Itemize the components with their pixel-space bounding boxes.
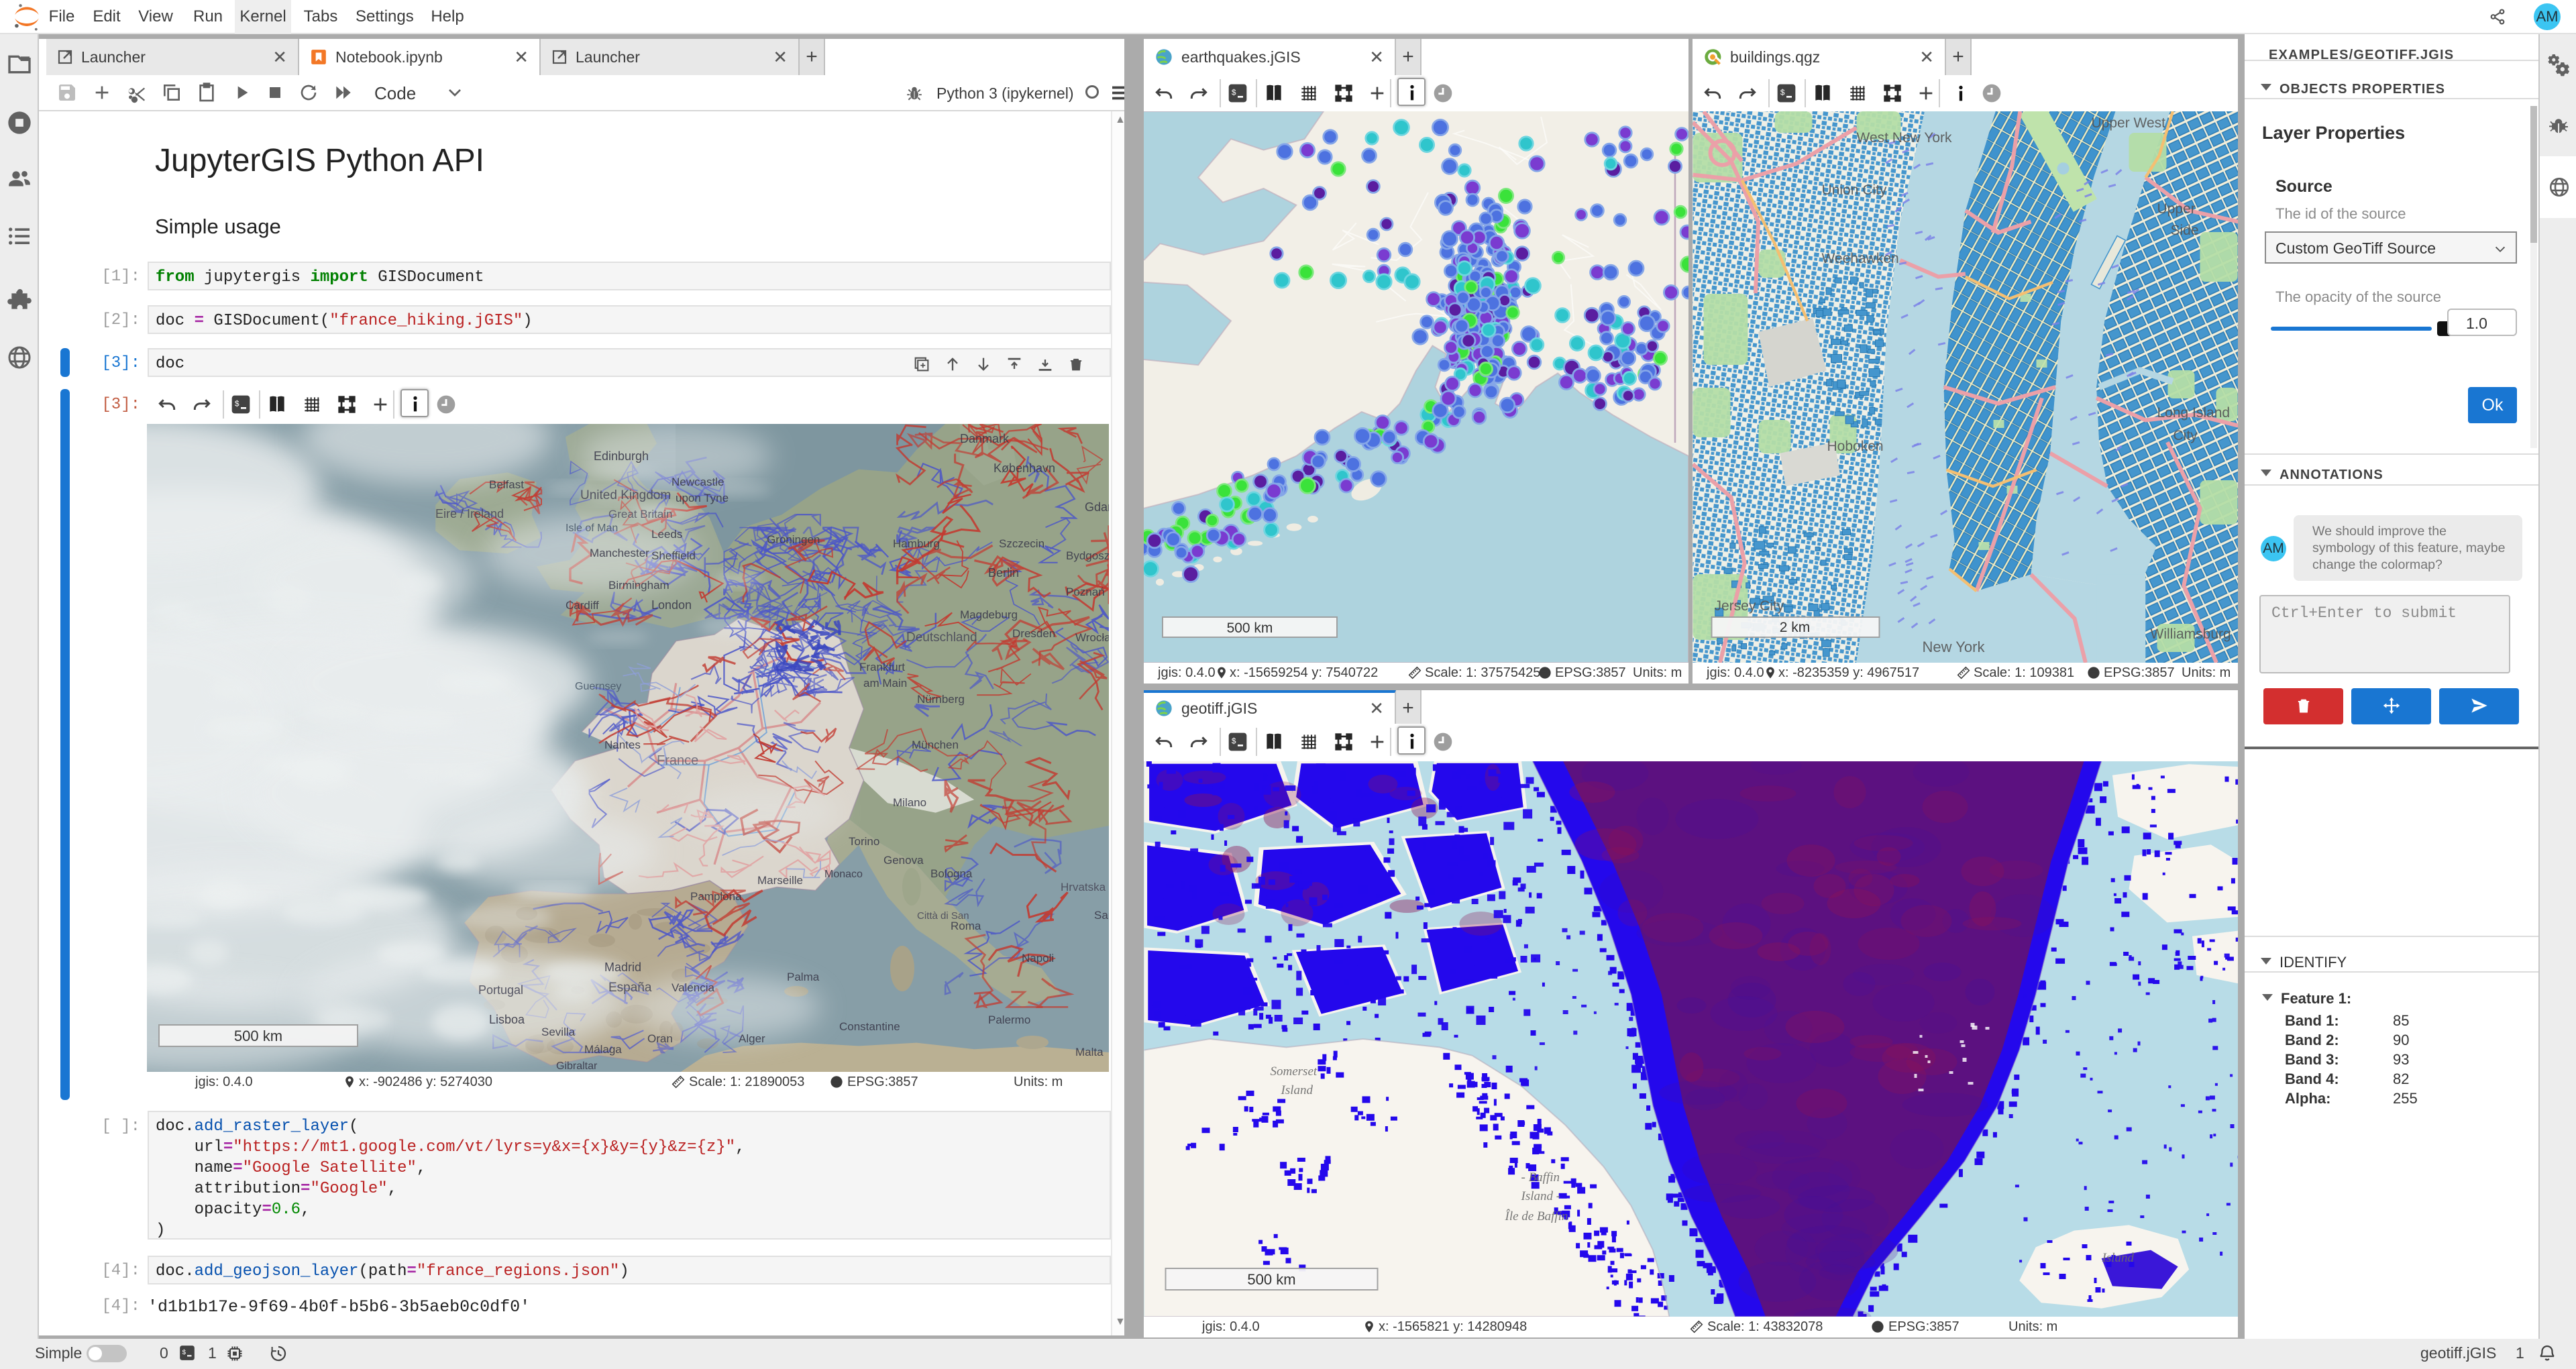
svg-text:Berlin: Berlin — [988, 566, 1019, 580]
svg-text:Gibraltar: Gibraltar — [556, 1060, 598, 1072]
svg-text:United Kingdom: United Kingdom — [580, 488, 671, 502]
svg-text:Island: Island — [2102, 1251, 2135, 1265]
svg-text:Isle of Man: Isle of Man — [566, 523, 618, 534]
svg-text:München: München — [912, 738, 959, 751]
svg-text:upon Tyne: upon Tyne — [676, 492, 729, 504]
svg-text:København: København — [994, 461, 1055, 475]
svg-text:Union City: Union City — [1822, 182, 1887, 198]
svg-text:Madrid: Madrid — [604, 961, 641, 974]
svg-text:Danmark: Danmark — [960, 432, 1010, 445]
svg-text:Marseille: Marseille — [757, 874, 803, 887]
svg-text:$: $ — [1232, 89, 1236, 98]
svg-text:Jersey City: Jersey City — [1715, 598, 1784, 614]
svg-text:Genova: Genova — [883, 854, 924, 867]
svg-text:Hoboken: Hoboken — [1827, 439, 1884, 454]
svg-text:Constantine: Constantine — [839, 1020, 900, 1033]
svg-text:$: $ — [1232, 737, 1236, 747]
svg-text:Belfast: Belfast — [489, 478, 524, 491]
svg-text:Gdańsk: Gdańsk — [1085, 500, 1109, 514]
svg-text:Lisboa: Lisboa — [489, 1013, 525, 1026]
svg-text:Dresden: Dresden — [1012, 627, 1055, 640]
svg-text:Oran: Oran — [647, 1032, 673, 1045]
svg-text:West New York: West New York — [1857, 130, 1953, 146]
svg-text:New York: New York — [1923, 639, 1986, 655]
svg-text:Alger: Alger — [739, 1032, 765, 1045]
svg-text:Hrvatska: Hrvatska — [1061, 881, 1106, 893]
svg-text:France: France — [657, 753, 698, 768]
svg-text:2 km: 2 km — [1780, 620, 1811, 635]
svg-text:Málaga: Málaga — [584, 1043, 622, 1056]
svg-text:Deutschland: Deutschland — [906, 631, 977, 645]
svg-text:Île de Baffin: Île de Baffin — [1505, 1209, 1568, 1223]
svg-text:Torino: Torino — [849, 835, 879, 848]
svg-text:Hamburg: Hamburg — [893, 537, 940, 550]
svg-text:Eire / Ireland: Eire / Ireland — [435, 507, 504, 521]
svg-text:Sarajevo: Sarajevo — [1094, 909, 1109, 922]
svg-text:Monaco: Monaco — [824, 869, 863, 880]
svg-text:Groningen: Groningen — [767, 533, 820, 546]
svg-text:España: España — [608, 981, 652, 995]
svg-text:Manchester: Manchester — [590, 547, 649, 559]
svg-text:Poznań: Poznań — [1066, 586, 1105, 598]
svg-text:Edinburgh: Edinburgh — [594, 449, 649, 463]
svg-text:$: $ — [1780, 89, 1785, 98]
svg-text:- Baffin: - Baffin — [1521, 1170, 1560, 1185]
svg-text:Guernsey: Guernsey — [575, 681, 621, 692]
svg-text:$: $ — [235, 400, 239, 409]
svg-text:Szczecin: Szczecin — [999, 537, 1044, 550]
svg-text:Cardiff: Cardiff — [566, 599, 599, 612]
svg-text:Upper West: Upper West — [2092, 115, 2166, 131]
svg-text:Newcastle: Newcastle — [672, 476, 724, 488]
svg-text:Bydgoszcz: Bydgoszcz — [1066, 549, 1109, 562]
svg-text:Island -: Island - — [1521, 1189, 1561, 1203]
svg-text:Nantes: Nantes — [604, 738, 641, 751]
svg-text:Malta: Malta — [1075, 1046, 1104, 1058]
svg-text:Città di San: Città di San — [917, 910, 969, 922]
svg-text:Island: Island — [1281, 1083, 1313, 1097]
svg-text:Leeds: Leeds — [651, 528, 682, 541]
svg-text:Napoli: Napoli — [1022, 952, 1054, 965]
svg-text:Palermo: Palermo — [988, 1014, 1030, 1026]
svg-text:Wrocław: Wrocław — [1075, 631, 1109, 644]
svg-text:Long Island: Long Island — [2157, 405, 2231, 421]
svg-text:Birmingham: Birmingham — [608, 579, 669, 592]
svg-text:Side: Side — [2171, 223, 2199, 238]
svg-text:Bologna: Bologna — [930, 867, 973, 880]
svg-text:Sevilla: Sevilla — [541, 1026, 576, 1038]
svg-text:am Main: am Main — [863, 677, 907, 690]
svg-text:$: $ — [182, 1349, 186, 1356]
svg-text:Palma: Palma — [787, 971, 820, 983]
svg-text:Great Britain: Great Britain — [608, 508, 672, 521]
svg-text:Weehawken: Weehawken — [1822, 251, 1899, 266]
svg-text:Sheffield: Sheffield — [651, 549, 696, 562]
svg-text:Nürnberg: Nürnberg — [917, 693, 965, 706]
svg-text:Magdeburg: Magdeburg — [960, 608, 1018, 621]
svg-text:Portugal: Portugal — [478, 983, 523, 997]
svg-text:City: City — [2174, 428, 2198, 443]
svg-text:500 km: 500 km — [1247, 1271, 1295, 1288]
svg-text:London: London — [651, 598, 692, 612]
svg-text:Upper: Upper — [2157, 201, 2196, 217]
svg-text:Frankfurt: Frankfurt — [859, 661, 905, 673]
svg-text:500 km: 500 km — [1227, 620, 1273, 636]
svg-text:Pamplona: Pamplona — [690, 890, 742, 903]
svg-text:500 km: 500 km — [234, 1028, 282, 1044]
svg-text:Somerset: Somerset — [1271, 1064, 1318, 1079]
svg-text:Valencia: Valencia — [672, 981, 714, 994]
svg-text:Milano: Milano — [893, 796, 926, 809]
